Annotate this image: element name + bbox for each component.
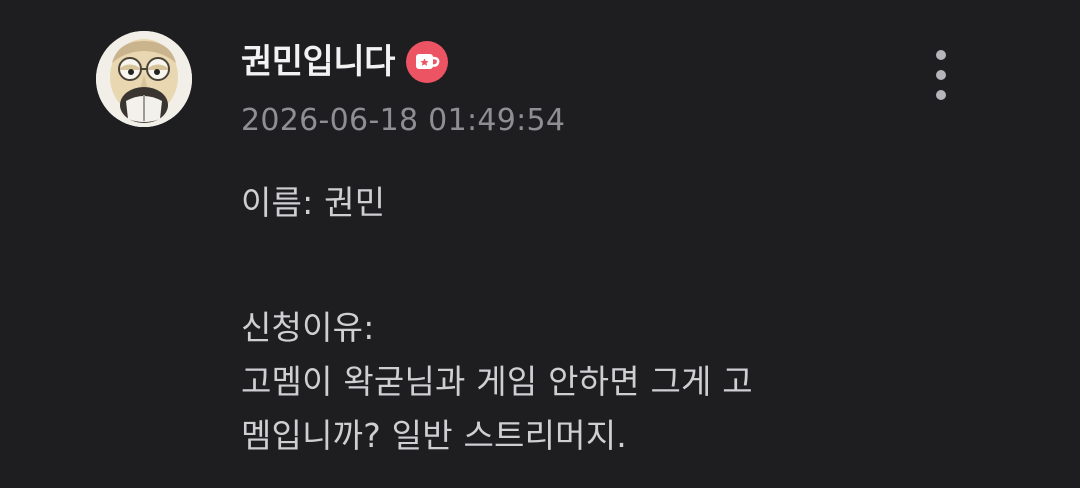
more-options-button[interactable] <box>922 46 960 104</box>
reason-line-1: 고멤이 왁굳님과 게임 안하면 그게 고 <box>241 362 753 401</box>
comment-timestamp: 2026-06-18 01:49:54 <box>241 103 566 138</box>
more-vertical-icon-dot <box>936 90 946 100</box>
cup-badge-icon <box>405 41 448 83</box>
author-name[interactable]: 권민입니다 <box>241 38 395 86</box>
more-vertical-icon-dot <box>936 70 946 80</box>
reason-label: 신청이유: <box>241 308 375 347</box>
cartoon-face-avatar-icon <box>96 31 192 127</box>
reason-line-2: 멤입니까? 일반 스트리머지. <box>241 416 627 455</box>
avatar[interactable] <box>96 31 192 127</box>
comment-body: 이름: 권민 신청이유: 고멤이 왁굳님과 게임 안하면 그게 고 멤입니까? … <box>241 176 1021 463</box>
comment-header: 권민입니다 <box>241 38 448 86</box>
comment-item: 권민입니다 2026-06-18 01:49:54 이름: 권민 신청이유: 고… <box>0 0 1080 488</box>
more-vertical-icon <box>936 50 946 60</box>
name-line: 이름: 권민 <box>241 183 386 222</box>
